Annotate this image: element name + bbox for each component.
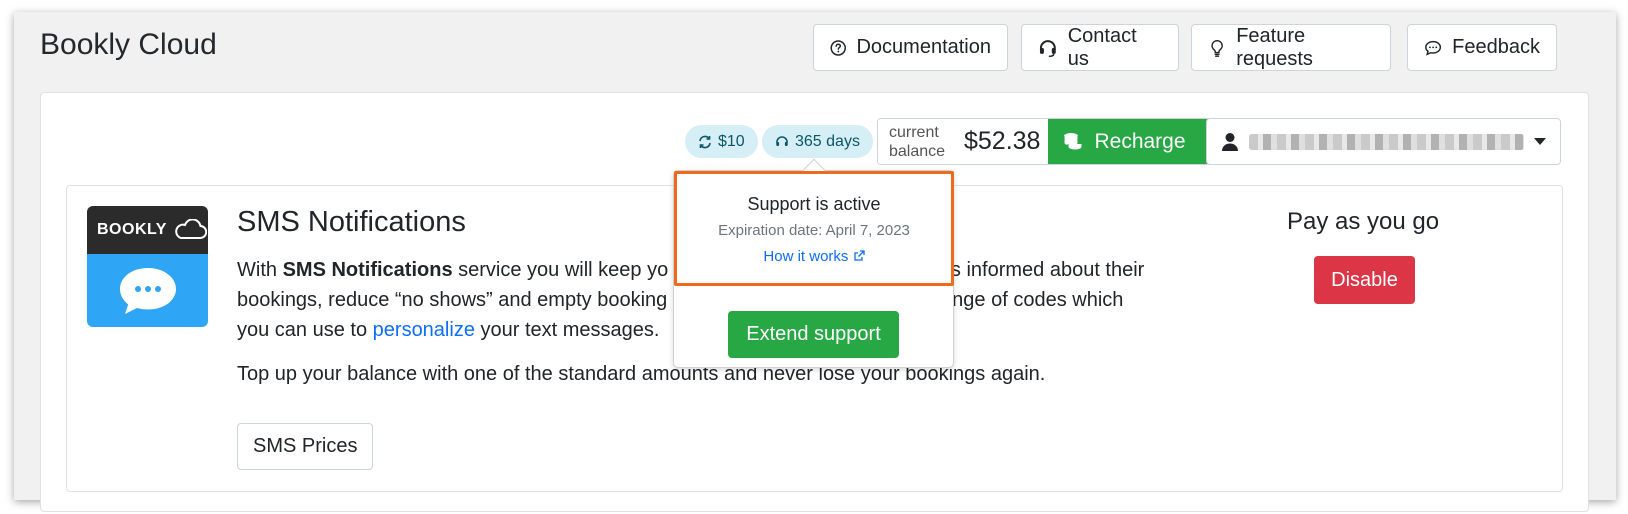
disable-button[interactable]: Disable <box>1314 256 1415 304</box>
desc-text: bookings, reduce “no shows” and empty bo… <box>237 289 668 311</box>
extend-support-button[interactable]: Extend support <box>728 311 899 358</box>
expiration-date: Expiration date: April 7, 2023 <box>718 222 910 239</box>
chat-icon <box>1425 40 1442 56</box>
desc-bold: SMS Notifications <box>282 259 453 281</box>
support-days-badge[interactable]: 365 days <box>762 125 873 158</box>
recharge-label: Recharge <box>1094 129 1186 153</box>
coins-icon <box>1063 132 1083 151</box>
auto-recharge-amount: $10 <box>718 132 745 150</box>
desc-text: you can use to <box>237 319 373 341</box>
documentation-label: Documentation <box>856 36 991 58</box>
feedback-button[interactable]: Feedback <box>1407 24 1557 71</box>
feature-requests-button[interactable]: Feature requests <box>1191 24 1391 71</box>
chevron-down-icon <box>1534 138 1546 145</box>
documentation-button[interactable]: Documentation <box>813 24 1008 71</box>
refresh-icon <box>699 135 711 148</box>
recharge-button[interactable]: Recharge <box>1048 119 1215 164</box>
cloud-icon <box>175 219 207 239</box>
how-it-works-label: How it works <box>763 248 849 265</box>
auto-recharge-badge[interactable]: $10 <box>685 125 758 158</box>
speech-bubble-icon <box>119 267 176 314</box>
contact-us-label: Contact us <box>1067 24 1137 70</box>
desc-text: With <box>237 259 283 281</box>
logo-text: BOOKLY <box>97 221 167 238</box>
how-it-works-link[interactable]: How it works <box>674 248 954 265</box>
desc-text: your text messages. <box>474 319 660 341</box>
headset-icon <box>776 135 788 146</box>
lightbulb-icon <box>1211 39 1223 57</box>
desc-text: service you will keep yo <box>452 259 669 281</box>
service-title: SMS Notifications <box>237 206 466 238</box>
personalize-link[interactable]: personalize <box>373 319 475 341</box>
feature-requests-label: Feature requests <box>1236 24 1313 70</box>
feedback-label: Feedback <box>1452 36 1540 58</box>
question-circle-icon <box>830 39 846 56</box>
current-balance-label: current balance <box>878 119 958 164</box>
account-dropdown[interactable] <box>1206 118 1561 165</box>
account-email-redacted <box>1249 133 1524 150</box>
support-days-label: 365 days <box>795 132 860 150</box>
page-title: Bookly Cloud <box>40 28 217 61</box>
sms-prices-button[interactable]: SMS Prices <box>237 423 374 470</box>
user-icon <box>1222 132 1238 151</box>
service-logo: BOOKLY <box>87 206 208 327</box>
contact-us-button[interactable]: Contact us <box>1021 24 1179 71</box>
balance-amount: $52.38 <box>958 119 1049 164</box>
plan-title: Pay as you go <box>1287 208 1440 235</box>
support-status: Support is active <box>747 194 881 214</box>
desc-text: rs informed about their <box>944 259 1145 281</box>
external-link-icon <box>853 250 865 261</box>
headset-icon <box>1039 39 1056 57</box>
balance-group: current balance $52.38 Recharge <box>877 118 1216 165</box>
